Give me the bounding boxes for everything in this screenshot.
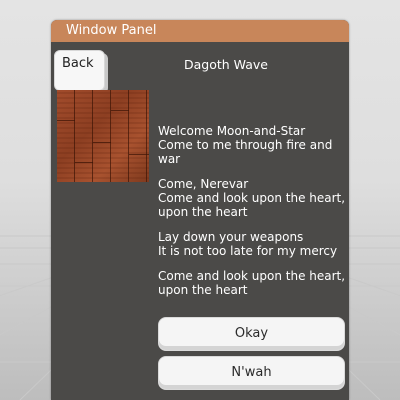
dialog-line: Welcome Moon-and-Star (158, 124, 306, 138)
dialog-line: It is not too late for my mercy (158, 244, 338, 258)
dialog-line: Come and look upon the heart, upon the h… (158, 269, 346, 297)
dialog-line: Come to me through fire and war (158, 138, 333, 166)
nwah-button[interactable]: N'wah (158, 356, 345, 390)
dialog-paragraph: Welcome Moon-and-Star Come to me through… (158, 124, 346, 166)
window-panel: Window Panel Back Dagoth Wave Welcome Mo… (51, 20, 349, 400)
dialog-line: Come and look upon the heart, upon the h… (158, 191, 346, 219)
wood-texture-image (57, 90, 149, 182)
okay-button[interactable]: Okay (158, 317, 345, 351)
dialog-text: Welcome Moon-and-Star Come to me through… (158, 124, 346, 308)
back-button[interactable]: Back (54, 50, 105, 91)
dialog-line: Come, Nerevar (158, 177, 249, 191)
dialog-paragraph: Come, Nerevar Come and look upon the hea… (158, 177, 346, 219)
dialog-paragraph: Come and look upon the heart, upon the h… (158, 269, 346, 297)
dialog-line: Lay down your weapons (158, 230, 304, 244)
dialog-heading: Dagoth Wave (184, 57, 268, 72)
window-title[interactable]: Window Panel (51, 20, 349, 42)
dialog-paragraph: Lay down your weapons It is not too late… (158, 230, 346, 258)
